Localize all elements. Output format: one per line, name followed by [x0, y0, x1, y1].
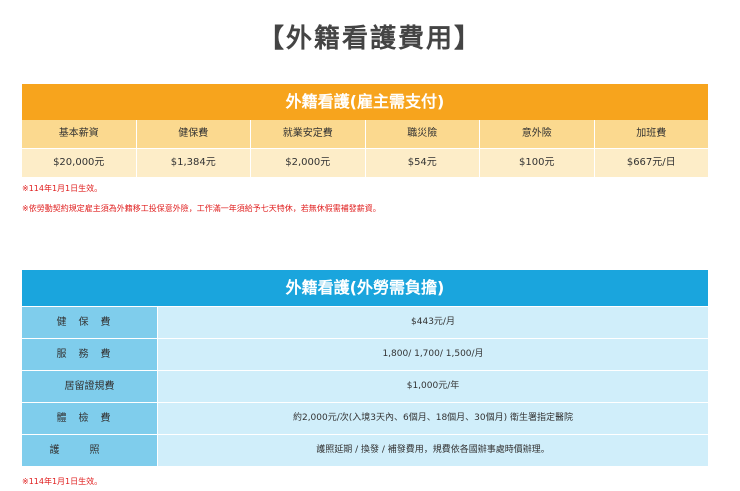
table-row: 體檢費 約2,000元/次(入境3天內、6個月、18個月、30個月) 衛生署指定…	[22, 403, 708, 434]
row-value-health-insurance: $443元/月	[158, 307, 708, 338]
value-cell-occupational-insurance: $54元	[365, 149, 480, 177]
employer-values-row: $20,000元 $1,384元 $2,000元 $54元 $100元 $667…	[22, 149, 708, 177]
header-cell-overtime: 加班費	[594, 120, 708, 148]
row-value-passport: 護照延期 / 換發 / 補發費用，規費依各國辦事處時價辦理。	[158, 435, 708, 466]
value-cell-employment-stability: $2,000元	[251, 149, 366, 177]
value-cell-accident-insurance: $100元	[480, 149, 595, 177]
row-value-residence-permit-fee: $1,000元/年	[158, 371, 708, 402]
row-label-service-fee: 服務費	[22, 339, 158, 370]
row-label-medical-exam-fee: 體檢費	[22, 403, 158, 434]
effective-date-note: ※114年1月1日生效。	[22, 184, 103, 193]
labor-contract-note: ※依勞動契約規定雇主須為外籍移工投保意外險，工作滿一年須給予七天特休，若無休假需…	[22, 204, 381, 213]
employer-fee-table: 外籍看護(雇主需支付) 基本薪資 健保費 就業安定費 職災險 意外險 加班費 $…	[22, 84, 708, 177]
table-row: 健保費 $443元/月	[22, 307, 708, 338]
value-cell-health-insurance: $1,384元	[136, 149, 251, 177]
row-label-health-insurance: 健保費	[22, 307, 158, 338]
row-value-service-fee: 1,800/ 1,700/ 1,500/月	[158, 339, 708, 370]
employer-table-caption: 外籍看護(雇主需支付)	[22, 84, 708, 120]
header-cell-basic-salary: 基本薪資	[22, 120, 137, 148]
employer-header-row: 基本薪資 健保費 就業安定費 職災險 意外險 加班費	[22, 120, 708, 148]
header-cell-employment-stability: 就業安定費	[251, 120, 366, 148]
page-title: 【外籍看護費用】	[257, 24, 482, 54]
table-row: 服務費 1,800/ 1,700/ 1,500/月	[22, 339, 708, 370]
worker-fee-table: 外籍看護(外勞需負擔) 健保費 $443元/月 服務費 1,800/ 1,700…	[22, 270, 708, 466]
header-cell-occupational-insurance: 職災險	[365, 120, 480, 148]
header-cell-health-insurance: 健保費	[136, 120, 251, 148]
worker-table-caption: 外籍看護(外勞需負擔)	[22, 270, 708, 306]
row-label-residence-permit-fee: 居留證規費	[22, 371, 158, 402]
row-label-passport: 護照	[22, 435, 158, 466]
table-row: 護照 護照延期 / 換發 / 補發費用，規費依各國辦事處時價辦理。	[22, 435, 708, 466]
value-cell-overtime: $667元/日	[594, 149, 708, 177]
header-cell-accident-insurance: 意外險	[480, 120, 595, 148]
table-row: 居留證規費 $1,000元/年	[22, 371, 708, 402]
worker-effective-date-note: ※114年1月1日生效。	[22, 477, 103, 486]
value-cell-basic-salary: $20,000元	[22, 149, 137, 177]
row-value-medical-exam-fee: 約2,000元/次(入境3天內、6個月、18個月、30個月) 衛生署指定醫院	[158, 403, 708, 434]
